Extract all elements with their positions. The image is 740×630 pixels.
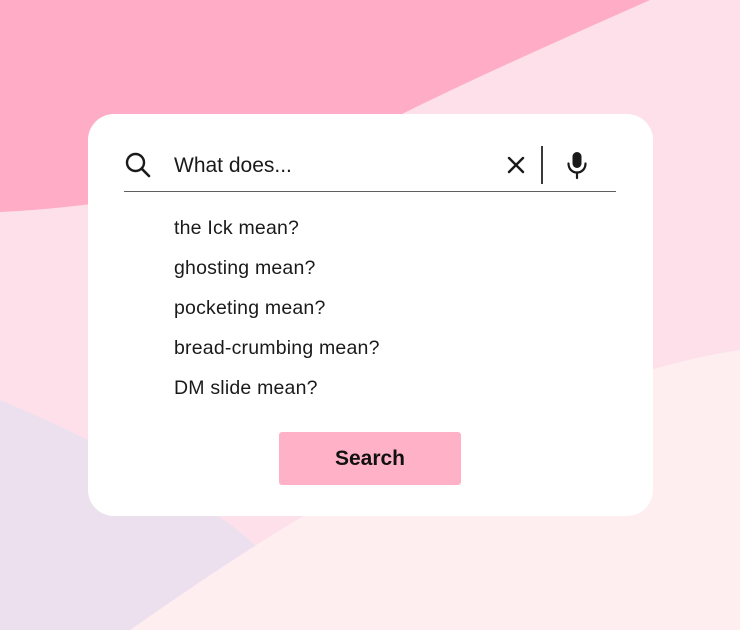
suggestion-item[interactable]: DM slide mean?	[174, 376, 380, 416]
suggestion-item[interactable]: ghosting mean?	[174, 256, 380, 296]
suggestion-item[interactable]: bread-crumbing mean?	[174, 336, 380, 376]
search-icon[interactable]	[124, 151, 152, 179]
suggestion-item[interactable]: the Ick mean?	[174, 216, 380, 256]
search-bar	[124, 144, 616, 192]
search-button[interactable]: Search	[279, 432, 461, 485]
suggestion-item[interactable]: pocketing mean?	[174, 296, 380, 336]
close-icon[interactable]	[505, 154, 527, 176]
suggestion-list: the Ick mean? ghosting mean? pocketing m…	[174, 216, 380, 416]
microphone-icon[interactable]	[564, 150, 590, 180]
search-input[interactable]	[174, 151, 494, 181]
search-divider	[541, 146, 543, 184]
search-card: the Ick mean? ghosting mean? pocketing m…	[88, 114, 653, 516]
